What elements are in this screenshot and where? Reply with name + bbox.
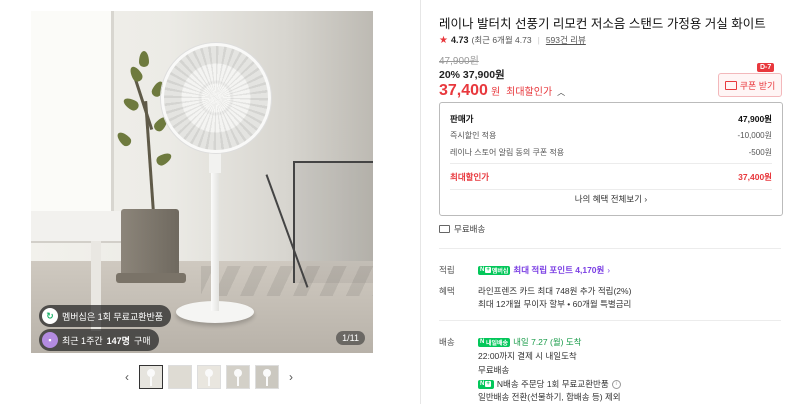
fan-photo xyxy=(31,11,373,353)
breakdown-row: 즉시할인 적용 -10,000원 xyxy=(450,131,772,140)
points-label: 적립 xyxy=(439,265,455,275)
chevron-right-icon: › xyxy=(644,194,648,204)
refresh-icon: ↻ xyxy=(42,308,58,324)
thumbnail-5[interactable] xyxy=(255,365,279,389)
thumbnail-2[interactable] xyxy=(168,365,192,389)
price-breakdown-panel: 판매가 47,900원 즉시할인 적용 -10,000원 레이나 스토어 알림 … xyxy=(439,102,783,216)
star-icon: ★ xyxy=(439,34,448,46)
chevron-left-icon[interactable]: ‹ xyxy=(120,370,134,384)
breakdown-row: 레이나 스토어 알림 동의 쿠폰 적용 -500원 xyxy=(450,148,772,157)
recent-purchase-badge: ▪ 최근 1주간 147명 구매 xyxy=(39,329,159,351)
benefits-label: 혜택 xyxy=(439,286,455,296)
thumbnail-1[interactable] xyxy=(139,365,163,389)
general-delivery-note: 일반배송 전환(선물하기, 합배송 등) 제외 xyxy=(478,392,621,402)
chevron-right-icon[interactable]: › xyxy=(284,370,298,384)
tomorrow-delivery-badge: N 내일배송 xyxy=(478,337,511,347)
breakdown-row: 최대할인가 37,400원 xyxy=(450,172,772,182)
separator: | xyxy=(537,35,540,45)
dday-badge: D-7 xyxy=(757,63,775,72)
view-all-benefits-button[interactable]: 나의 혜택 전체보기 › xyxy=(450,189,772,208)
section-divider xyxy=(439,320,781,321)
chevron-up-icon[interactable]: ︿ xyxy=(557,87,565,98)
naver-membership-badge: N + 멤버십 xyxy=(478,265,511,275)
delivery-date-row: N 내일배송 내일 7.27 (월) 도착 xyxy=(478,337,582,347)
thumbnail-3[interactable] xyxy=(197,365,221,389)
exchange-row: N + N배송 주문당 1회 무료교환반품 i xyxy=(478,378,621,390)
product-title: 레이나 발터치 선풍기 리모컨 저소음 스탠드 가정용 거실 화이트 xyxy=(439,17,766,31)
section-divider xyxy=(439,248,781,249)
main-product-image[interactable]: ↻ 멤버십은 1회 무료교환반품 ▪ 최근 1주간 147명 구매 1/11 xyxy=(31,11,373,353)
column-divider xyxy=(420,0,421,404)
best-price: 37,400 xyxy=(439,82,488,99)
naver-plus-badge: N + xyxy=(478,379,494,389)
chevron-right-icon: › xyxy=(607,265,611,275)
breakdown-divider xyxy=(450,163,772,164)
original-price: 47,900원 xyxy=(439,56,479,67)
free-shipping: 무료배송 xyxy=(439,223,485,235)
benefit-line-2: 최대 12개월 무이자 할부 • 60개월 특별금리 xyxy=(478,299,632,309)
cart-icon: ▪ xyxy=(42,332,58,348)
membership-badge: ↻ 멤버십은 1회 무료교환반품 xyxy=(39,305,172,327)
benefit-line-1: 라인프렌즈 카드 최대 748원 추가 적립(2%) xyxy=(478,286,632,296)
delivery-label: 배송 xyxy=(439,337,455,347)
points-row[interactable]: N + 멤버십 최대 적립 포인트 4,170원 › xyxy=(478,264,610,276)
info-icon[interactable]: i xyxy=(611,379,621,389)
coupon-button[interactable]: 쿠폰 받기 xyxy=(718,73,782,97)
truck-icon xyxy=(439,225,450,233)
review-count-link[interactable]: 593건 리뷰 xyxy=(546,34,586,46)
best-price-label: 최대할인가 xyxy=(506,87,553,98)
breakdown-row: 판매가 47,900원 xyxy=(450,114,772,124)
delivery-free: 무료배송 xyxy=(478,365,510,375)
best-price-row[interactable]: 37,400 원 최대할인가 ︿ xyxy=(439,82,565,100)
coupon-icon xyxy=(724,80,737,90)
image-counter: 1/11 xyxy=(336,331,365,345)
rating-row: ★ 4.73 (최근 6개월 4.73 | 593건 리뷰 xyxy=(439,34,586,46)
thumbnail-strip: ‹ › xyxy=(120,365,298,389)
thumbnail-4[interactable] xyxy=(226,365,250,389)
delivery-cutoff: 22:00까지 결제 시 내일도착 xyxy=(478,351,577,361)
discount-price: 20% 37,900원 xyxy=(439,69,505,81)
